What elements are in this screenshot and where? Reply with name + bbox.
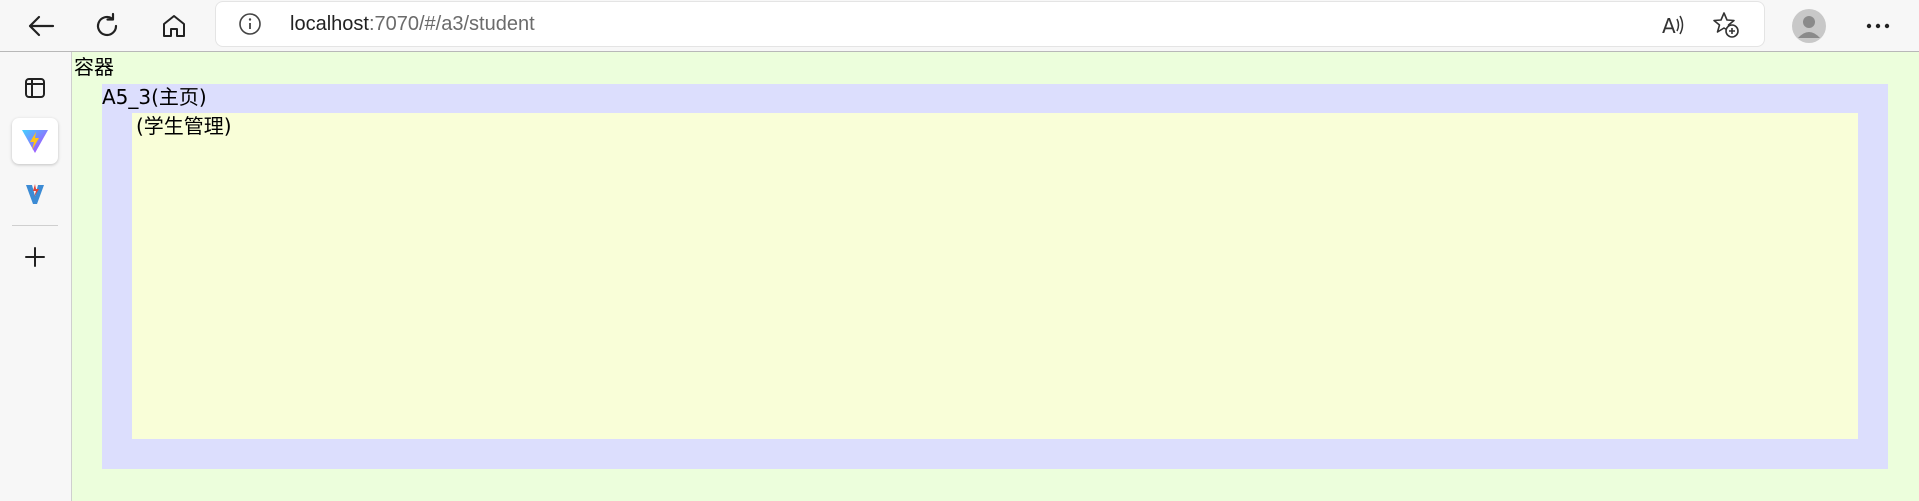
a5-home-label: A5_3(主页) <box>102 85 207 109</box>
url-text[interactable]: localhost:7070/#/a3/student <box>290 12 535 36</box>
url-host: localhost <box>290 13 369 35</box>
add-icon[interactable] <box>12 234 58 280</box>
address-bar[interactable]: localhost:7070/#/a3/student A <box>216 2 1764 46</box>
browser-sidebar <box>0 52 72 501</box>
a5-home-panel: A5_3(主页) (学生管理) <box>102 84 1888 469</box>
refresh-icon[interactable] <box>90 9 124 43</box>
sidebar-divider <box>12 225 58 226</box>
add-favorite-icon[interactable] <box>1712 12 1740 38</box>
profile-avatar-icon[interactable] <box>1792 9 1826 43</box>
student-management-label: (学生管理) <box>136 114 232 138</box>
more-options-icon[interactable] <box>1861 9 1895 43</box>
student-management-panel: (学生管理) <box>132 113 1858 439</box>
read-aloud-icon[interactable]: A <box>1660 12 1688 38</box>
home-icon[interactable] <box>157 9 191 43</box>
info-icon[interactable] <box>238 12 262 36</box>
vite-app-icon[interactable] <box>12 118 58 164</box>
page-container: 容器 A5_3(主页) (学生管理) <box>72 52 1919 501</box>
vitest-app-icon[interactable] <box>12 171 58 217</box>
url-path: :7070/#/a3/student <box>368 13 535 35</box>
svg-text:A: A <box>1662 14 1676 37</box>
browser-toolbar: localhost:7070/#/a3/student A <box>0 0 1919 52</box>
tab-actions-icon[interactable] <box>12 65 58 111</box>
container-label: 容器 <box>74 55 114 79</box>
back-arrow-icon[interactable] <box>24 9 58 43</box>
